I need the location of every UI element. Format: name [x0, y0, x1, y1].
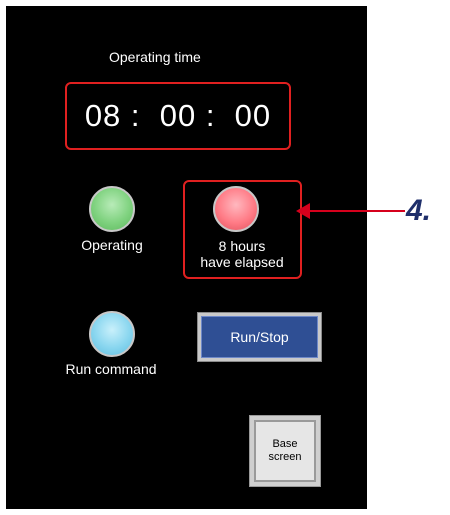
callout-label: 4. [406, 194, 432, 227]
hmi-panel: Operating time 08 : 00 : 00 Operating 8 … [6, 6, 367, 509]
base-screen-button[interactable]: Base screen [249, 415, 321, 487]
run-stop-button-label: Run/Stop [201, 316, 318, 358]
run-command-lamp [89, 311, 135, 357]
elapsed-lamp-label: 8 hours have elapsed [180, 238, 304, 270]
run-command-lamp-label: Run command [65, 361, 157, 377]
elapsed-lamp-label-line2: have elapsed [200, 254, 284, 270]
elapsed-lamp [213, 186, 259, 232]
operating-time-display: 08 : 00 : 00 [65, 82, 291, 150]
run-stop-button[interactable]: Run/Stop [197, 312, 322, 362]
callout-line [305, 210, 405, 212]
base-screen-button-face: Base screen [254, 420, 316, 482]
operating-time-label: Operating time [109, 49, 201, 65]
operating-lamp-label: Operating [81, 237, 143, 253]
base-screen-label-line2: screen [268, 451, 302, 463]
operating-time-value: 08 : 00 : 00 [84, 98, 272, 133]
elapsed-lamp-label-line1: 8 hours [218, 238, 266, 254]
base-screen-label-line1: Base [272, 438, 298, 450]
operating-lamp [89, 186, 135, 232]
